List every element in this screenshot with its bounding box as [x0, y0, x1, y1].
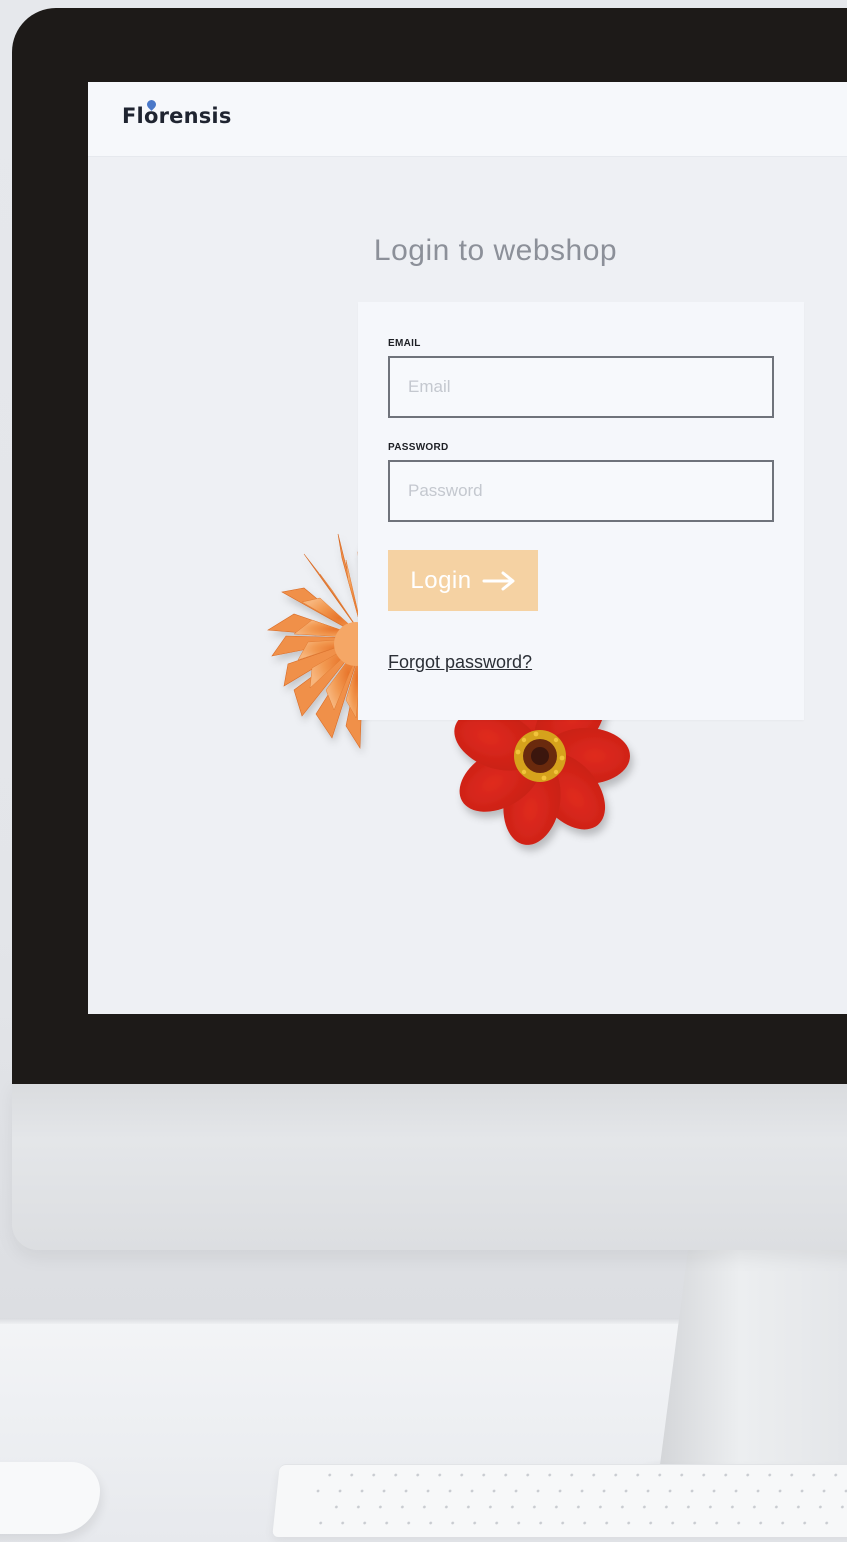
monitor-stand [660, 1250, 847, 1465]
page-title: Login to webshop [373, 234, 618, 267]
keyboard [272, 1465, 847, 1537]
password-label: PASSWORD [388, 442, 449, 453]
top-navigation-bar: Florensis [88, 82, 847, 157]
brand-logo[interactable]: Florensis [122, 104, 232, 128]
arrow-right-icon [482, 571, 515, 590]
monitor-chin [12, 1080, 847, 1250]
keyboard-key-row [324, 1503, 847, 1511]
login-button[interactable]: Login [388, 550, 538, 611]
email-label: EMAIL [388, 338, 421, 349]
keyboard-key-row [309, 1519, 847, 1527]
login-button-label: Login [410, 566, 472, 594]
keyboard-key-row [306, 1487, 847, 1495]
email-input[interactable] [388, 356, 774, 418]
login-card: EMAIL PASSWORD Login Forgot password? [358, 302, 804, 720]
mouse [0, 1462, 100, 1534]
keyboard-key-row [318, 1471, 847, 1479]
monitor-screen: Florensis Login to webshop EMAIL Email P… [88, 82, 847, 1014]
forgot-password-link[interactable]: Forgot password? [388, 652, 532, 673]
password-input[interactable] [388, 460, 774, 522]
